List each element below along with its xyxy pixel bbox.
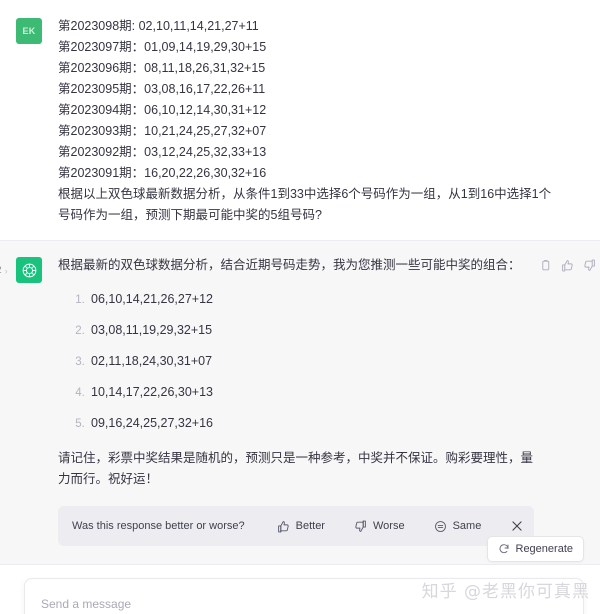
lottery-draw-line: 第2023091期：16,20,22,26,30,32+16 [58, 166, 267, 180]
equals-circle-icon [434, 520, 447, 533]
lottery-draw-line: 第2023093期：10,21,24,25,27,32+07 [58, 124, 267, 138]
regenerate-zone: Regenerate [486, 536, 584, 562]
regenerate-label: Regenerate [515, 543, 574, 555]
lottery-draw-line: 第2023097期：01,09,14,19,29,30+15 [58, 40, 267, 54]
thumbs-down-icon[interactable] [583, 259, 596, 272]
assistant-message-body: 根据最新的双色球数据分析，结合近期号码走势，我为您推测一些可能中奖的组合： 06… [58, 255, 600, 546]
regenerate-button[interactable]: Regenerate [486, 536, 584, 562]
avatar-initials: EK [22, 26, 36, 36]
feedback-same-button[interactable]: Same [434, 516, 497, 537]
feedback-better-label: Better [295, 519, 325, 532]
avatar [16, 257, 42, 283]
feedback-actions: Better Worse Same [277, 516, 525, 537]
user-message-body: 第2023098期: 02,10,11,14,21,27+11 第2023097… [58, 16, 600, 226]
user-question-text: 根据以上双色球最新数据分析，从条件1到33中选择6个号码作为一组，从1到16中选… [58, 187, 552, 222]
list-item: 10,14,17,22,26,30+13 [88, 382, 534, 403]
composer[interactable] [24, 578, 584, 614]
list-item: 02,11,18,24,30,31+07 [88, 351, 534, 372]
feedback-close-button[interactable] [510, 519, 524, 533]
assistant-disclaimer-text: 请记住，彩票中奖结果是随机的，预测只是一种参考，中奖并不保证。购彩要理性，量力而… [58, 451, 534, 486]
feedback-same-label: Same [452, 519, 482, 532]
lottery-draw-line: 第2023098期: 02,10,11,14,21,27+11 [58, 19, 259, 33]
refresh-icon [498, 543, 510, 555]
message-actions [539, 259, 596, 272]
lottery-draw-line: 第2023092期：03,12,24,25,32,33+13 [58, 145, 267, 159]
lottery-draw-line: 第2023094期：06,10,12,14,30,31+12 [58, 103, 267, 117]
thumbs-up-icon [277, 520, 290, 533]
user-message-row: EK 第2023098期: 02,10,11,14,21,27+11 第2023… [0, 0, 600, 240]
lottery-draw-line: 第2023095期：03,08,16,17,22,26+11 [58, 82, 266, 96]
assistant-avatar-column [0, 255, 58, 546]
thumbs-down-icon [354, 520, 367, 533]
user-avatar-column: EK [0, 16, 58, 226]
feedback-worse-label: Worse [372, 519, 405, 532]
list-item: 03,08,11,19,29,32+15 [88, 320, 534, 341]
feedback-question: Was this response better or worse? [72, 519, 245, 532]
chat-app: EK 第2023098期: 02,10,11,14,21,27+11 第2023… [0, 0, 600, 614]
list-item: 06,10,14,21,26,27+12 [88, 289, 534, 310]
thumbs-up-icon[interactable] [561, 259, 574, 272]
feedback-bar: Was this response better or worse? Bette… [58, 506, 534, 546]
pager-index: 2 [0, 265, 2, 276]
message-input[interactable] [41, 597, 567, 611]
feedback-better-button[interactable]: Better [277, 516, 340, 537]
avatar: EK [16, 18, 42, 44]
close-icon [510, 519, 524, 533]
feedback-worse-button[interactable]: Worse [354, 516, 420, 537]
prediction-list: 06,10,14,21,26,27+12 03,08,11,19,29,32+1… [58, 289, 534, 434]
response-pager[interactable]: 2 › [0, 265, 18, 276]
openai-logo-icon [21, 262, 38, 279]
copy-icon[interactable] [539, 259, 552, 272]
list-item: 09,16,24,25,27,32+16 [88, 413, 534, 434]
lottery-draw-line: 第2023096期：08,11,18,26,31,32+15 [58, 61, 266, 75]
chevron-right-icon[interactable]: › [5, 266, 8, 276]
assistant-message-row: 2 › [0, 240, 600, 565]
assistant-intro-text: 根据最新的双色球数据分析，结合近期号码走势，我为您推测一些可能中奖的组合： [58, 258, 521, 272]
